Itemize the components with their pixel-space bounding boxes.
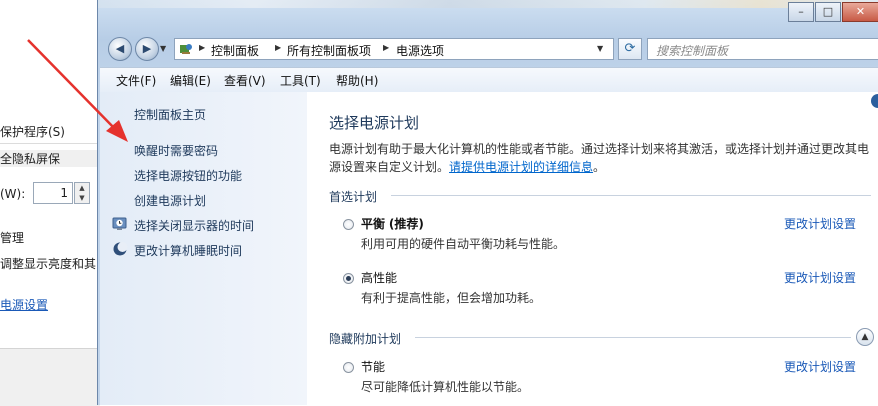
close-button[interactable]: ✕: [842, 2, 878, 22]
back-arrow-icon: ◀: [115, 42, 125, 55]
address-bar-row: ◀ ▶ ▼ ▶ 控制面板 ▶ 所有控制面板项 ▶ 电源选项 ▼ ⟳ 搜索控制面板: [98, 34, 878, 64]
breadcrumb-separator-icon: ▶: [275, 43, 282, 52]
preferred-plans-header: 首选计划: [329, 190, 378, 204]
divider: [391, 195, 871, 196]
refresh-icon: ⟳: [624, 41, 636, 56]
balanced-radio[interactable]: [343, 219, 354, 230]
search-input[interactable]: 搜索控制面板: [647, 38, 878, 60]
breadcrumb-power-options[interactable]: 电源选项: [396, 42, 444, 59]
button-bar: [0, 348, 100, 406]
forward-button[interactable]: ▶: [135, 37, 159, 61]
high-performance-radio[interactable]: [343, 273, 354, 284]
breadcrumb-separator-icon: ▶: [199, 43, 206, 52]
balanced-change-settings-link[interactable]: 更改计划设置: [784, 215, 856, 232]
description-end: 。: [593, 160, 606, 174]
page-description: 电源计划有助于最大化计算机的性能或者节能。通过选择计划来将其激活，或选择计划并通…: [329, 140, 869, 176]
address-dropdown-icon[interactable]: ▼: [597, 44, 603, 53]
require-password-link[interactable]: 唤醒时需要密码: [134, 142, 218, 159]
power-saver-radio[interactable]: [343, 362, 354, 373]
forward-arrow-icon: ▶: [142, 42, 152, 55]
menu-edit[interactable]: 编辑(E): [170, 72, 211, 89]
search-placeholder: 搜索控制面板: [656, 44, 729, 58]
screensaver-label: 保护程序(S): [0, 125, 65, 139]
menu-help[interactable]: 帮助(H): [336, 72, 378, 89]
help-icon[interactable]: [871, 94, 878, 108]
plan-details-link[interactable]: 请提供电源计划的详细信息: [449, 160, 593, 174]
breadcrumb-separator-icon: ▶: [383, 43, 390, 52]
menu-file[interactable]: 文件(F): [116, 72, 156, 89]
privacy-screensaver-label: 全隐私屏保: [0, 150, 100, 167]
refresh-button[interactable]: ⟳: [618, 38, 642, 60]
menu-bar: 文件(F) 编辑(E) 查看(V) 工具(T) 帮助(H): [100, 67, 878, 93]
divider: [0, 143, 100, 144]
content-pane: 选择电源计划 电源计划有助于最大化计算机的性能或者节能。通过选择计划来将其激活，…: [307, 92, 878, 405]
power-management-label: 管理: [0, 231, 25, 245]
power-button-link[interactable]: 选择电源按钮的功能: [134, 167, 242, 184]
collapse-hidden-plans-button[interactable]: ▲: [856, 328, 874, 346]
spin-buttons[interactable]: ▲ ▼: [74, 182, 90, 204]
hidden-plans-header: 隐藏附加计划: [329, 332, 402, 346]
power-saver-plan-name[interactable]: 节能: [361, 358, 385, 375]
address-box[interactable]: ▶ 控制面板 ▶ 所有控制面板项 ▶ 电源选项 ▼: [174, 38, 614, 60]
moon-icon: [112, 241, 128, 257]
display-off-time-link[interactable]: 选择关闭显示器的时间: [134, 217, 254, 234]
left-task-pane: 控制面板主页 唤醒时需要密码 选择电源按钮的功能 创建电源计划 选择关闭显示器的…: [100, 92, 307, 405]
power-settings-link[interactable]: 电源设置: [0, 296, 48, 313]
power-saver-plan-desc: 尽可能降低计算机性能以节能。: [361, 380, 530, 394]
high-performance-change-settings-link[interactable]: 更改计划设置: [784, 269, 856, 286]
control-panel-home-link[interactable]: 控制面板主页: [134, 106, 206, 123]
background-window: 保护程序(S) 全隐私屏保 (W): 1 ▲ ▼ 管理 调整显示亮度和其 电源设置: [0, 0, 100, 406]
divider: [415, 337, 851, 338]
monitor-clock-icon: [112, 216, 128, 232]
control-panel-icon: [179, 42, 193, 56]
page-title: 选择电源计划: [329, 114, 420, 132]
chevron-up-icon: ▲: [861, 332, 869, 342]
brightness-text: 调整显示亮度和其: [0, 257, 97, 271]
back-button[interactable]: ◀: [108, 37, 132, 61]
breadcrumb-all-items[interactable]: 所有控制面板项: [287, 42, 371, 59]
create-plan-link[interactable]: 创建电源计划: [134, 192, 206, 209]
breadcrumb-control-panel[interactable]: 控制面板: [211, 42, 259, 59]
sleep-time-link[interactable]: 更改计算机睡眠时间: [134, 242, 242, 259]
minimize-button[interactable]: –: [788, 2, 814, 22]
high-performance-plan-name[interactable]: 高性能: [361, 269, 397, 286]
high-performance-plan-desc: 有利于提高性能，但会增加功耗。: [361, 291, 542, 305]
wait-minutes-input[interactable]: 1: [33, 182, 73, 204]
maximize-button[interactable]: □: [815, 2, 841, 22]
menu-tools[interactable]: 工具(T): [280, 72, 321, 89]
menu-view[interactable]: 查看(V): [224, 72, 266, 89]
balanced-plan-name[interactable]: 平衡 (推荐): [361, 215, 424, 232]
power-saver-change-settings-link[interactable]: 更改计划设置: [784, 358, 856, 375]
recent-pages-chevron-icon[interactable]: ▼: [160, 44, 166, 53]
power-options-window: – □ ✕ ◀ ▶ ▼ ▶ 控制面板 ▶ 所有控制面板项 ▶ 电源选项 ▼ ⟳ …: [97, 0, 878, 405]
wait-label: (W):: [0, 187, 26, 201]
title-bar: – □ ✕: [98, 0, 878, 30]
title-strip: [98, 0, 878, 8]
balanced-plan-desc: 利用可用的硬件自动平衡功耗与性能。: [361, 237, 566, 251]
